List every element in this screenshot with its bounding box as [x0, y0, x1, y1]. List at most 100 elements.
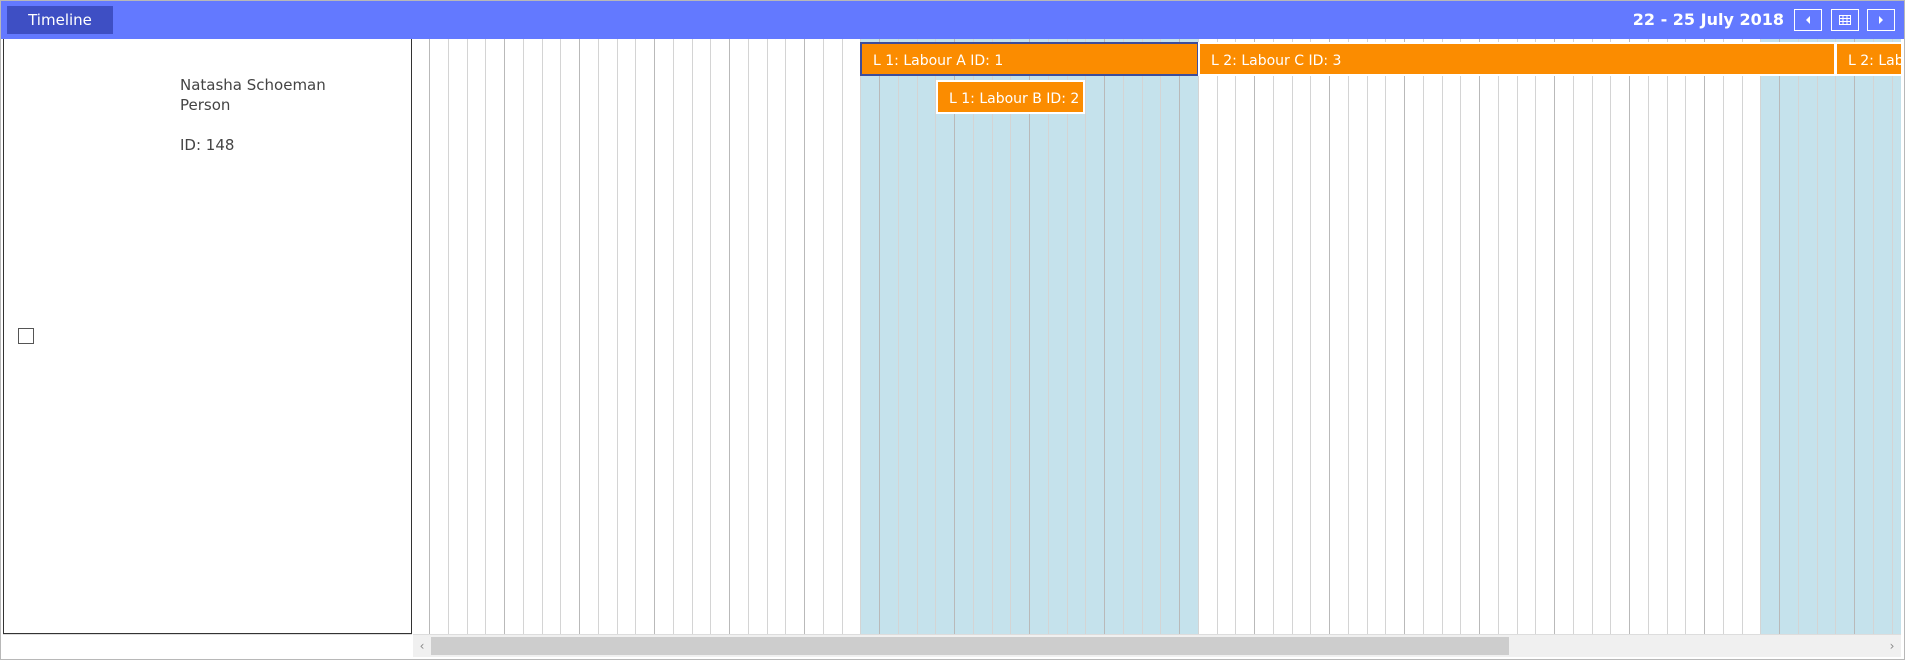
grid-line	[823, 39, 824, 634]
grid-line	[1329, 39, 1330, 634]
grid-line	[1798, 39, 1799, 634]
resource-checkbox[interactable]	[18, 328, 34, 344]
grid-line	[1835, 39, 1836, 634]
grid-line	[729, 39, 730, 634]
resource-name: Natasha Schoeman	[180, 76, 326, 94]
tab-timeline[interactable]: Timeline	[7, 6, 113, 34]
grid-line	[1629, 39, 1630, 634]
grid-line	[954, 39, 955, 634]
grid-line	[1254, 39, 1255, 634]
grid-line	[1273, 39, 1274, 634]
resource-info: Natasha Schoeman Person ID: 148	[180, 75, 326, 155]
event-bar[interactable]: L 2: Labour	[1835, 42, 1901, 76]
grid-line	[1235, 39, 1236, 634]
grid-line	[1179, 39, 1180, 634]
previous-button[interactable]	[1794, 9, 1822, 31]
scroll-thumb[interactable]	[431, 637, 1509, 655]
grid-line	[860, 39, 861, 634]
grid-line	[1817, 39, 1818, 634]
scroll-right-arrow-icon[interactable]: ›	[1883, 635, 1901, 657]
grid-line	[1067, 39, 1068, 634]
grid-line	[1517, 39, 1518, 634]
grid-line	[598, 39, 599, 634]
resource-panel: Natasha Schoeman Person ID: 148	[3, 39, 412, 634]
grid-line	[429, 39, 430, 634]
event-label: L 1: Labour A ID: 1	[873, 53, 1004, 69]
resource-type: Person	[180, 96, 231, 114]
grid-line	[917, 39, 918, 634]
grid-line	[1142, 39, 1143, 634]
grid-line	[785, 39, 786, 634]
grid-line	[898, 39, 899, 634]
grid-line	[710, 39, 711, 634]
grid-line	[617, 39, 618, 634]
grid-line	[1892, 39, 1893, 634]
grid-line	[673, 39, 674, 634]
event-label: L 1: Labour B ID: 2	[949, 91, 1080, 107]
triangle-left-icon	[1806, 16, 1810, 24]
grid-line	[1779, 39, 1780, 634]
grid-line	[1217, 39, 1218, 634]
event-bar[interactable]: L 2: Labour C ID: 3	[1198, 42, 1836, 76]
grid-line	[1104, 39, 1105, 634]
grid-line	[973, 39, 974, 634]
grid-line	[1685, 39, 1686, 634]
event-label: L 2: Labour	[1848, 53, 1901, 69]
grid-line	[448, 39, 449, 634]
calendar-grid-icon	[1839, 15, 1851, 25]
event-bar[interactable]: L 1: Labour B ID: 2	[936, 80, 1085, 114]
grid-line	[1704, 39, 1705, 634]
grid-line	[748, 39, 749, 634]
grid-line	[692, 39, 693, 634]
calendar-button[interactable]	[1831, 9, 1859, 31]
grid-line	[485, 39, 486, 634]
grid-line	[1667, 39, 1668, 634]
grid-line	[1385, 39, 1386, 634]
grid-line	[1198, 39, 1199, 634]
grid-line	[1535, 39, 1536, 634]
grid-line	[1423, 39, 1424, 634]
grid-line	[1404, 39, 1405, 634]
event-label: L 2: Labour C ID: 3	[1211, 53, 1342, 69]
grid-line	[1310, 39, 1311, 634]
grid-line	[1760, 39, 1761, 634]
grid-line	[1610, 39, 1611, 634]
triangle-right-icon	[1879, 16, 1883, 24]
timeline-grid[interactable]: L 1: Labour A ID: 1 L 1: Labour B ID: 2 …	[413, 39, 1901, 634]
grid-line	[1123, 39, 1124, 634]
next-button[interactable]	[1867, 9, 1895, 31]
highlight-band	[1761, 39, 1901, 634]
grid-line	[842, 39, 843, 634]
grid-line	[1348, 39, 1349, 634]
event-bar[interactable]: L 1: Labour A ID: 1	[860, 42, 1199, 76]
grid-line	[1742, 39, 1743, 634]
date-range-label: 22 - 25 July 2018	[1632, 10, 1784, 29]
resource-id: ID: 148	[180, 136, 235, 154]
grid-line	[1367, 39, 1368, 634]
grid-line	[1479, 39, 1480, 634]
scroll-left-arrow-icon[interactable]: ‹	[413, 635, 431, 657]
grid-line	[579, 39, 580, 634]
grid-line	[767, 39, 768, 634]
grid-line	[804, 39, 805, 634]
grid-line	[504, 39, 505, 634]
grid-line	[1854, 39, 1855, 634]
grid-line	[1010, 39, 1011, 634]
grid-line	[467, 39, 468, 634]
horizontal-scrollbar[interactable]: ‹ ›	[413, 634, 1901, 657]
header-bar: Timeline 22 - 25 July 2018	[1, 1, 1904, 39]
grid-line	[542, 39, 543, 634]
grid-line	[1048, 39, 1049, 634]
panel-footer	[3, 634, 412, 657]
grid-line	[1873, 39, 1874, 634]
grid-line	[1573, 39, 1574, 634]
grid-line	[654, 39, 655, 634]
grid-line	[1085, 39, 1086, 634]
grid-line	[560, 39, 561, 634]
grid-line	[1460, 39, 1461, 634]
grid-line	[1554, 39, 1555, 634]
grid-line	[523, 39, 524, 634]
grid-line	[1029, 39, 1030, 634]
grid-line	[1498, 39, 1499, 634]
grid-line	[1723, 39, 1724, 634]
